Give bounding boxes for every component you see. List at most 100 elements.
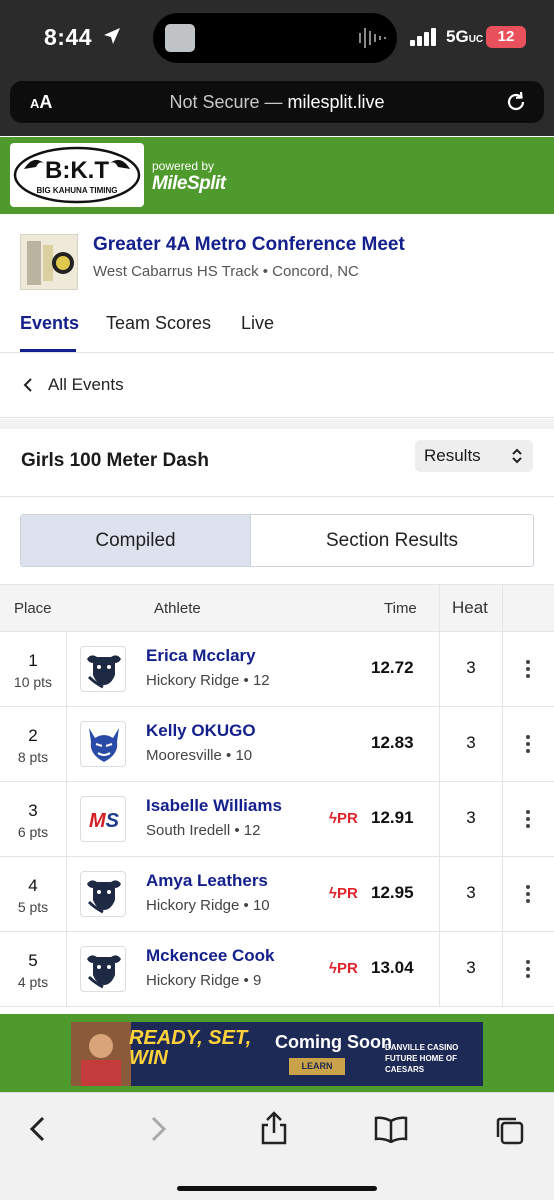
- result-time: 12.91: [371, 808, 414, 827]
- result-time: 12.72: [371, 658, 414, 677]
- compiled-button[interactable]: Compiled: [21, 515, 251, 566]
- points: 10 pts: [13, 674, 53, 690]
- forward-icon[interactable]: [146, 1115, 170, 1143]
- heat-number: 3: [466, 808, 476, 827]
- more-options-icon[interactable]: [518, 881, 538, 907]
- column-divider: [66, 632, 67, 1007]
- event-name: Girls 100 Meter Dash: [21, 450, 209, 471]
- heat-number: 3: [466, 958, 476, 977]
- place: 3: [28, 801, 38, 820]
- pr-badge: ϟPR: [329, 810, 358, 827]
- reload-icon[interactable]: [504, 90, 528, 114]
- athlete-name[interactable]: Mckencee Cook: [146, 946, 275, 966]
- place: 1: [28, 651, 38, 670]
- team-logo-bull-icon: [80, 646, 126, 692]
- athlete-name[interactable]: Isabelle Williams: [146, 796, 282, 816]
- chevron-updown-icon: [512, 448, 522, 464]
- heat-number: 3: [466, 733, 476, 752]
- svg-text:BIG KAHUNA TIMING: BIG KAHUNA TIMING: [36, 186, 117, 195]
- ad-sponsor: DANVILLE CASINO FUTURE HOME OF CAESARS: [385, 1043, 459, 1074]
- athlete-name[interactable]: Erica Mcclary: [146, 646, 256, 666]
- points: 8 pts: [17, 749, 49, 765]
- ad-photo-icon: [71, 1022, 131, 1086]
- pr-badge: ϟPR: [329, 960, 358, 977]
- points: 6 pts: [17, 824, 49, 840]
- table-row[interactable]: 3 6 pts MS Isabelle Williams South Irede…: [0, 782, 554, 857]
- place: 4: [28, 876, 38, 895]
- table-row[interactable]: 5 4 pts Mckencee Cook Hickory Ridge • 9 …: [0, 932, 554, 1007]
- table-row[interactable]: 1 10 pts Erica Mcclary Hickory Ridge • 1…: [0, 632, 554, 707]
- meet-flyer-icon: [27, 241, 74, 285]
- more-options-icon[interactable]: [518, 806, 538, 832]
- ad-banner-container: READY, SET, WIN Coming Soon LEARN MORE D…: [0, 1014, 554, 1092]
- athlete-team: Hickory Ridge • 10: [146, 897, 270, 914]
- event-header: Girls 100 Meter Dash Results: [0, 429, 554, 497]
- back-icon[interactable]: [26, 1115, 50, 1143]
- place: 5: [28, 951, 38, 970]
- results-view-toggle: Compiled Section Results: [20, 514, 534, 567]
- ad-banner[interactable]: READY, SET, WIN Coming Soon LEARN MORE D…: [71, 1022, 483, 1086]
- tab-events[interactable]: Events: [20, 313, 79, 334]
- more-options-icon[interactable]: [518, 656, 538, 682]
- meet-title: Greater 4A Metro Conference Meet: [93, 234, 405, 255]
- table-row[interactable]: 2 8 pts Kelly OKUGO Mooresville • 10 12.…: [0, 707, 554, 782]
- heat-number: 3: [466, 658, 476, 677]
- more-options-icon[interactable]: [518, 731, 538, 757]
- team-logo-bull-icon: [80, 871, 126, 917]
- bookmarks-icon[interactable]: [374, 1115, 408, 1143]
- svg-text:B:K.T: B:K.T: [45, 157, 109, 184]
- battery-indicator: 12: [486, 26, 526, 48]
- svg-text:MS: MS: [89, 810, 120, 832]
- status-bar: 8:44 5GUC 12: [0, 0, 554, 76]
- column-divider: [439, 585, 440, 631]
- dynamic-island[interactable]: [153, 13, 397, 63]
- chevron-left-icon: [23, 378, 32, 392]
- section-results-button[interactable]: Section Results: [251, 515, 533, 566]
- result-time: 13.04: [371, 958, 414, 977]
- wave-logo-icon: B:K.T BIG KAHUNA TIMING: [13, 146, 141, 204]
- lightning-icon: ϟ: [329, 960, 337, 977]
- active-tab-indicator: [20, 349, 76, 352]
- address-bar[interactable]: AA Not Secure — milesplit.live: [10, 81, 544, 123]
- location-arrow-icon: [104, 28, 120, 44]
- results-select-value: Results: [424, 446, 481, 465]
- all-events-link[interactable]: All Events: [0, 354, 554, 418]
- more-options-icon[interactable]: [518, 956, 538, 982]
- brand-header: B:K.T BIG KAHUNA TIMING powered by MileS…: [0, 137, 554, 214]
- result-time: 12.83: [371, 733, 414, 752]
- network-type: 5GUC: [446, 27, 484, 46]
- clock: 8:44: [44, 24, 93, 50]
- browser-toolbar: [0, 1092, 554, 1200]
- points: 4 pts: [17, 974, 49, 990]
- athlete-team: Mooresville • 10: [146, 747, 253, 764]
- ad-headline: READY, SET, WIN: [129, 1027, 252, 1069]
- milesplit-logo[interactable]: MileSplit: [152, 173, 226, 195]
- now-playing-thumbnail: [165, 24, 195, 52]
- header-place: Place: [14, 600, 52, 617]
- home-indicator[interactable]: [177, 1186, 377, 1191]
- points: 5 pts: [17, 899, 49, 915]
- section-divider: [0, 419, 554, 429]
- results-select[interactable]: Results: [415, 440, 533, 472]
- meet-tabs: Events Team Scores Live: [0, 300, 554, 353]
- ad-learn-more-button[interactable]: LEARN MORE: [289, 1058, 345, 1086]
- lightning-icon: ϟ: [329, 885, 337, 902]
- bkt-logo[interactable]: B:K.T BIG KAHUNA TIMING: [10, 143, 144, 207]
- tabs-icon[interactable]: [494, 1115, 526, 1147]
- heat-number: 3: [466, 883, 476, 902]
- share-icon[interactable]: [259, 1111, 289, 1145]
- table-row[interactable]: 4 5 pts Amya Leathers Hickory Ridge • 10…: [0, 857, 554, 932]
- header-heat: Heat: [452, 598, 488, 617]
- tab-live[interactable]: Live: [241, 313, 274, 334]
- athlete-name[interactable]: Amya Leathers: [146, 871, 268, 891]
- tab-team-scores[interactable]: Team Scores: [106, 313, 211, 334]
- url-display[interactable]: Not Secure — milesplit.live: [10, 92, 544, 113]
- column-divider: [502, 585, 503, 631]
- place: 2: [28, 726, 38, 745]
- athlete-name[interactable]: Kelly OKUGO: [146, 721, 256, 741]
- meet-logo: [20, 234, 78, 290]
- all-events-label: All Events: [48, 375, 124, 394]
- athlete-team: Hickory Ridge • 9: [146, 972, 262, 989]
- athlete-team: Hickory Ridge • 12: [146, 672, 270, 689]
- team-logo-devil-icon: [80, 721, 126, 767]
